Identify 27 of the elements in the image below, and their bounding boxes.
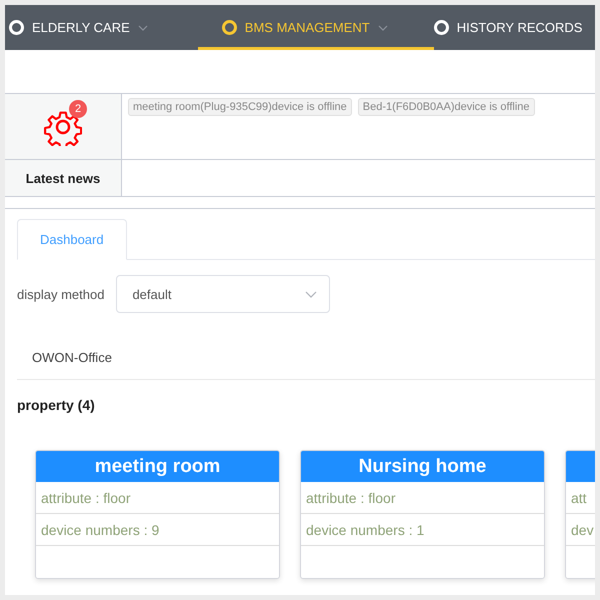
section-title: property (4) [17,397,96,413]
display-method-label: display method [17,286,104,302]
card-field: attribute : floor [306,490,396,506]
nav-tab[interactable]: BMS MANAGEMENT [198,5,434,50]
property-card[interactable]: meeting room attribute : floor device numbers : 9 [35,450,280,579]
display-method-select[interactable]: default [116,275,330,313]
card-title: Nursing home [358,456,486,478]
news-label: Latest news [26,170,100,186]
card-field: attribute : floor [41,490,130,506]
ring-icon [9,20,24,35]
card-field: device numbers : 1 [306,522,424,538]
alarm-count-badge: 2 [69,100,87,118]
nav-tab[interactable]: ELDERLY CARE [5,5,186,50]
chevron-icon [305,290,318,298]
nav-tab[interactable]: HISTORY RECORDS [434,5,592,50]
property-card[interactable]: att dev [565,450,595,579]
ring-icon [434,20,449,35]
card-field: att [571,490,587,506]
site-name[interactable]: OWON-Office [32,350,112,365]
card-field: dev [571,522,594,538]
dashboard-tab[interactable]: Dashboard [17,219,127,260]
alert-tag: meeting room(Plug-935C99)device is offline [128,98,352,116]
card-title: meeting room [94,456,220,478]
card-field: device numbers : 9 [41,522,160,538]
alert-tag: Bed-1(F6D0B0AA)device is offline [358,98,535,116]
ring-icon [222,20,237,35]
property-card[interactable]: Nursing home attribute : floor device numbers : 1 [300,450,545,579]
